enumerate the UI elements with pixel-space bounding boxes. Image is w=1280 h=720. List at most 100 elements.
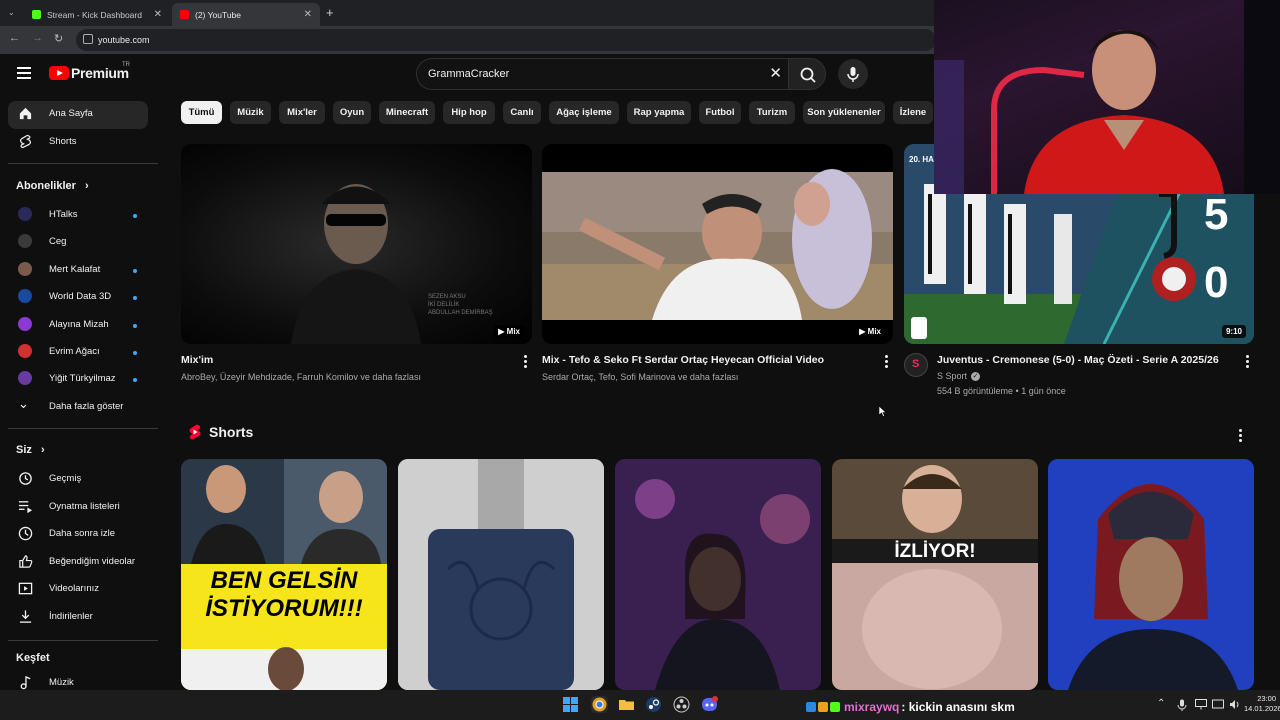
you-heading[interactable]: Siz › [16,444,45,456]
sidebar-item-downloads[interactable]: İndirilenler [0,608,158,628]
playlist-icon: ▶ [498,327,507,336]
video-title[interactable]: Mix - Tefo & Seko Ft Serdar Ortaç Heyeca… [542,354,824,366]
filter-chip[interactable]: Futbol [699,101,741,124]
voice-search-button[interactable] [838,59,868,89]
filter-chip[interactable]: Hip hop [443,101,495,124]
sidebar-item-playlists[interactable]: Oynatma listeleri [0,498,158,518]
filter-chip[interactable]: Rap yapma [627,101,691,124]
file-explorer-icon[interactable] [618,696,635,713]
channel-avatar[interactable]: S [904,353,928,377]
video-channel[interactable]: S Sport [937,371,967,381]
tab-close-icon[interactable]: ✕ [304,9,312,20]
filter-chip[interactable]: Müzik [230,101,271,124]
tray-chevron-up-icon[interactable]: ⌃ [1157,698,1165,709]
filter-chip[interactable]: Mix'ler [279,101,325,124]
sidebar-item-liked-videos[interactable]: Beğendiğim videolar [0,553,158,573]
site-info-icon[interactable] [83,34,93,44]
sidebar-item-label: Oynatma listeleri [49,500,120,512]
video-thumbnail[interactable]: SEZEN AKSU İKİ DELİLİK ABDULLAH DEMİRBAŞ… [181,144,532,344]
channel-avatar [18,316,32,331]
show-more-button[interactable]: ⌄ Daha fazla göster [0,396,158,418]
video-channel[interactable]: AbroBey, Üzeyir Mehdizade, Farruh Komilo… [181,372,421,382]
youtube-premium-logo[interactable]: Premium TR [49,62,130,81]
search-button[interactable] [788,58,826,90]
short-thumbnail[interactable]: BEN GELSİN İSTİYORUM!!! [181,459,387,690]
sidebar-item-subscription[interactable]: Mert Kalafat [0,261,158,281]
clear-search-icon[interactable]: ✕ [769,64,782,82]
short-art [398,459,604,690]
tab-close-icon[interactable]: ✕ [154,9,162,20]
discord-icon[interactable] [701,696,718,713]
filter-chip[interactable]: Turizm [749,101,795,124]
sidebar-item-subscription[interactable]: Yiğit Türkyilmaz [0,370,158,390]
sidebar-item-shorts[interactable]: Shorts [0,133,158,153]
short-thumbnail[interactable] [1048,459,1254,690]
clock[interactable]: 23:00 14.01.2026 [1244,694,1280,714]
tab-youtube[interactable]: (2) YouTube ✕ [172,3,320,26]
tab-kick-dashboard[interactable]: Stream - Kick Dashboard ✕ [24,3,170,26]
tab-title: (2) YouTube [195,9,241,20]
back-icon[interactable]: ← [9,32,20,44]
filter-chip[interactable]: Oyun [333,101,371,124]
sidebar-item-label: Evrim Ağacı [49,346,100,357]
more-options-icon[interactable] [1246,355,1249,370]
more-options-icon[interactable] [885,355,888,370]
sidebar-item-subscription[interactable]: Ceg [0,233,158,253]
volume-tray-icon[interactable] [1229,699,1241,710]
microphone-tray-icon[interactable] [1177,699,1187,711]
windows-start-icon[interactable] [562,696,579,713]
video-channel[interactable]: Serdar Ortaç, Tefo, Sofi Marinova ve dah… [542,372,738,382]
sidebar-item-home[interactable]: Ana Sayfa [0,105,158,125]
channel-avatar [18,371,32,386]
filter-chip[interactable]: Ağaç işleme [549,101,619,124]
video-thumbnail[interactable]: ▶ Mix [542,144,893,344]
hamburger-menu-icon[interactable] [17,67,31,79]
your-videos-icon [18,582,33,595]
sidebar-item-subscription[interactable]: Evrim Ağacı [0,343,158,363]
microphone-icon [847,67,859,82]
shorts-title: Shorts [209,424,254,440]
filter-chip[interactable]: İzlene [893,101,933,124]
short-thumbnail[interactable]: İZLİYOR! [832,459,1038,690]
video-title[interactable]: Juventus - Cremonese (5-0) - Maç Özeti -… [937,354,1219,366]
sidebar-item-subscription[interactable]: HTalks [0,206,158,226]
search-query: GrammaCracker [428,68,510,80]
forward-icon[interactable]: → [32,32,43,44]
obs-icon[interactable] [673,696,690,713]
sidebar-item-label: Beğendiğim videolar [49,555,136,567]
sidebar-item-subscription[interactable]: Alayına Mizah [0,316,158,336]
more-options-icon[interactable] [524,355,527,370]
new-content-dot [133,296,137,301]
display-tray-icon[interactable] [1195,699,1207,710]
shorts-section-header: Shorts [188,424,253,440]
filter-chip[interactable]: Minecraft [379,101,435,124]
video-title[interactable]: Mix'im [181,354,213,366]
subscriptions-heading[interactable]: Abonelikler › [16,180,89,192]
thumbnail-art [542,169,893,320]
chrome-icon[interactable] [591,696,608,713]
steam-icon[interactable] [645,696,662,713]
short-thumbnail[interactable] [398,459,604,690]
filter-chip[interactable]: Canlı [503,101,541,124]
sidebar-item-history[interactable]: Geçmiş [0,470,158,490]
tab-search-icon[interactable]: ⌄ [8,8,15,17]
more-options-icon[interactable] [1239,429,1242,444]
sidebar-item-watch-later[interactable]: Daha sonra izle [0,525,158,545]
address-bar[interactable]: youtube.com [76,29,936,51]
filter-chip[interactable]: Son yüklenenler [803,101,885,124]
filter-chip[interactable]: Tümü [181,101,222,124]
reload-icon[interactable]: ↻ [54,32,63,45]
network-tray-icon[interactable] [1212,699,1224,710]
clock-date: 14.01.2026 [1244,704,1280,714]
country-code: TR [122,62,130,68]
new-tab-icon[interactable]: + [326,5,334,20]
short-thumbnail[interactable] [615,459,821,690]
sidebar-item-label: Müzik [49,677,74,688]
sidebar-item-your-videos[interactable]: Videolarınız [0,580,158,600]
playlist-icon: ▶ [859,327,868,336]
away-score: 0 [1204,258,1229,307]
sidebar-item-subscription[interactable]: World Data 3D [0,288,158,308]
new-content-dot [133,323,137,328]
home-icon [19,107,32,120]
search-input[interactable]: GrammaCracker ✕ [416,58,788,90]
